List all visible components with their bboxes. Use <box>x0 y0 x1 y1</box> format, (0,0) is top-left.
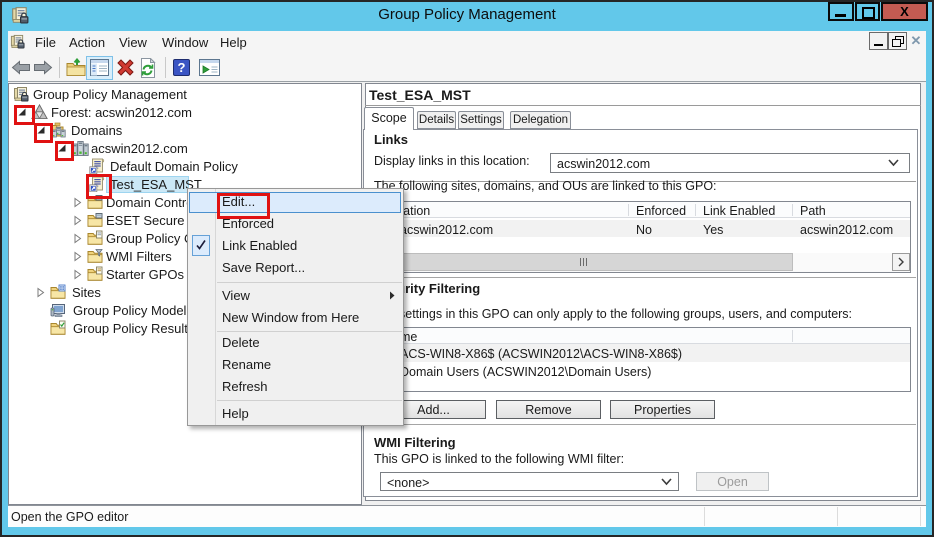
svg-text:?: ? <box>178 60 186 75</box>
